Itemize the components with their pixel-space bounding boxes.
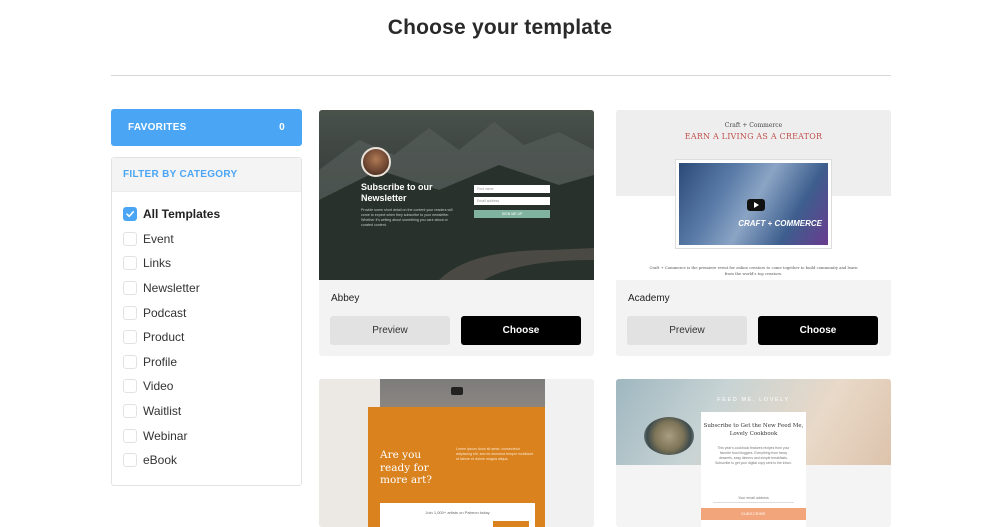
template-thumbnail-feed-me-lovely[interactable]: FEED ME, LOVELY Subscribe to Get the New…: [616, 379, 891, 527]
favorites-button[interactable]: FAVORITES 0: [111, 109, 302, 146]
thumb-field-first-name: First name: [474, 185, 550, 193]
category-item-links[interactable]: Links: [112, 251, 301, 276]
thumb-body: This year's cookbook features recipes fr…: [715, 446, 792, 465]
header-divider: [111, 75, 891, 76]
template-name: Academy: [628, 293, 670, 304]
template-thumbnail-abbey[interactable]: Subscribe to our Newsletter Provide some…: [319, 110, 594, 280]
page-title: Choose your template: [387, 16, 613, 39]
category-item-profile[interactable]: Profile: [112, 350, 301, 375]
thumb-brand: CRAFT + COMMERCE: [738, 219, 822, 228]
choose-button[interactable]: Choose: [461, 316, 581, 345]
category-label: Links: [143, 256, 172, 271]
thumb-form: Join 1,000+ artists on Patreon today: [380, 503, 535, 527]
checkbox-icon[interactable]: [123, 379, 137, 394]
thumb-kicker: Craft + Commerce: [724, 122, 783, 129]
template-card-abbey: Subscribe to our Newsletter Provide some…: [319, 110, 594, 356]
checkbox-icon[interactable]: [123, 404, 137, 419]
thumb-field-email: Email address: [474, 197, 550, 205]
category-label: Newsletter: [143, 281, 200, 296]
thumb-form-label: Join 1,000+ artists on Patreon today: [425, 510, 490, 515]
category-label: Podcast: [143, 305, 187, 320]
category-label: eBook: [143, 453, 178, 468]
category-item-event[interactable]: Event: [112, 227, 301, 252]
favorites-label: FAVORITES: [128, 122, 187, 133]
thumb-kicker: FEED ME, LOVELY: [717, 397, 790, 403]
thumb-caption: Craft + Commerce is the premiere event f…: [649, 265, 858, 276]
category-item-product[interactable]: Product: [112, 325, 301, 350]
category-item-webinar[interactable]: Webinar: [112, 423, 301, 448]
checkbox-icon[interactable]: [123, 428, 137, 443]
preview-button[interactable]: Preview: [627, 316, 747, 345]
thumb-heading: Are you ready for more art?: [380, 449, 432, 486]
checkbox-checked-icon[interactable]: [123, 207, 137, 222]
category-item-all-templates[interactable]: All Templates: [112, 202, 301, 227]
template-thumbnail-art[interactable]: Are you ready for more art? Lorem ipsum …: [319, 379, 594, 527]
thumb-body: Lorem ipsum dolor sit amet, consectetur …: [456, 447, 534, 461]
category-label: All Templates: [143, 207, 221, 222]
category-label: Product: [143, 330, 185, 345]
category-item-waitlist[interactable]: Waitlist: [112, 399, 301, 424]
avatar: [361, 147, 391, 177]
thumb-form-button: [493, 521, 529, 527]
category-label: Video: [143, 379, 174, 394]
thumb-body: Provide some short detail on the content…: [361, 208, 453, 227]
category-list: All Templates Event Links Newsletter Pod…: [112, 192, 301, 473]
template-name: Abbey: [331, 293, 360, 304]
category-label: Waitlist: [143, 404, 182, 419]
favorites-count: 0: [279, 122, 285, 133]
template-thumbnail-academy[interactable]: Craft + Commerce EARN A LIVING AS A CREA…: [616, 110, 891, 280]
thumb-headline: EARN A LIVING AS A CREATOR: [684, 132, 823, 141]
play-icon: [747, 199, 765, 211]
category-label: Event: [143, 231, 174, 246]
play-icon: [451, 387, 463, 395]
thumb-heading: Subscribe to our Newsletter: [361, 182, 433, 203]
checkbox-icon[interactable]: [123, 231, 137, 246]
thumb-signup-box: Subscribe to Get the New Feed Me, Lovely…: [701, 412, 806, 527]
thumb-bg-right: [545, 379, 594, 527]
thumb-subscribe-button: SUBSCRIBE: [701, 508, 806, 520]
checkbox-icon[interactable]: [123, 281, 137, 296]
food-plate-icon: [644, 417, 694, 455]
category-item-podcast[interactable]: Podcast: [112, 300, 301, 325]
thumb-signup-button: SIGN ME UP: [474, 210, 550, 218]
category-item-ebook[interactable]: eBook: [112, 448, 301, 473]
template-card-academy: Craft + Commerce EARN A LIVING AS A CREA…: [616, 110, 891, 356]
category-filter-panel: FILTER BY CATEGORY All Templates Event L…: [111, 157, 302, 486]
filter-header: FILTER BY CATEGORY: [112, 158, 301, 192]
category-item-video[interactable]: Video: [112, 374, 301, 399]
category-label: Profile: [143, 354, 178, 369]
thumb-email-field: Your email address: [713, 496, 794, 503]
checkbox-icon[interactable]: [123, 256, 137, 271]
checkbox-icon[interactable]: [123, 330, 137, 345]
video-thumbnail: CRAFT + COMMERCE: [676, 160, 831, 248]
category-item-newsletter[interactable]: Newsletter: [112, 276, 301, 301]
checkbox-icon[interactable]: [123, 305, 137, 320]
checkbox-icon[interactable]: [123, 354, 137, 369]
choose-button[interactable]: Choose: [758, 316, 878, 345]
thumb-heading: Subscribe to Get the New Feed Me, Lovely…: [703, 423, 804, 437]
category-label: Webinar: [143, 428, 188, 443]
checkbox-icon[interactable]: [123, 453, 137, 468]
preview-button[interactable]: Preview: [330, 316, 450, 345]
